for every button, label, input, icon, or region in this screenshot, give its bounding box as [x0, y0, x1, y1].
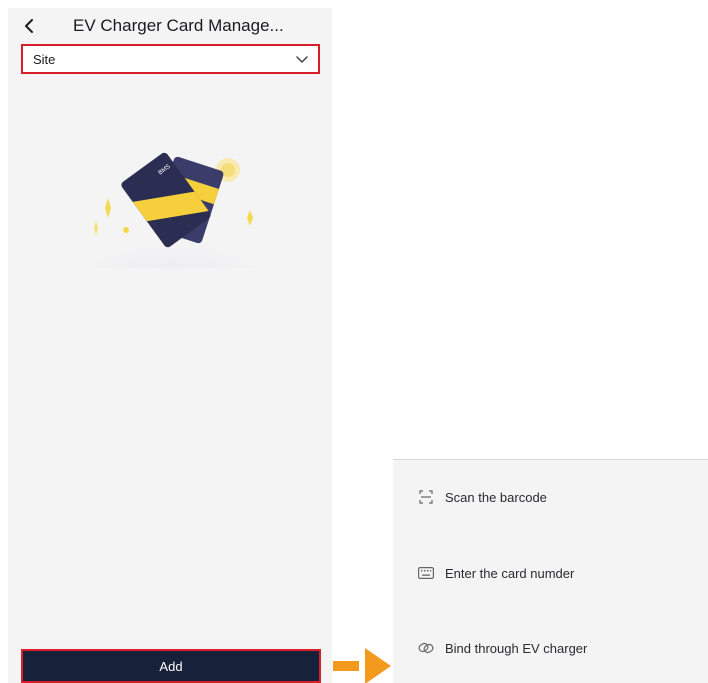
- chevron-down-icon: [296, 56, 308, 63]
- enter-card-number-label: Enter the card numder: [445, 565, 575, 581]
- scan-barcode-label: Scan the barcode: [445, 489, 547, 505]
- back-button[interactable]: [20, 15, 38, 37]
- site-dropdown-value: Site: [33, 52, 56, 67]
- add-button[interactable]: Add: [21, 649, 321, 683]
- site-dropdown[interactable]: Site: [21, 44, 320, 74]
- phone-screen: EV Charger Card Manage... Site BMS Add: [8, 8, 332, 683]
- keyboard-icon: [418, 565, 434, 581]
- scan-icon: [418, 489, 434, 505]
- arrow-right-icon: [333, 648, 391, 683]
- action-sheet: Scan the barcode Enter the card numder B…: [393, 459, 708, 683]
- bind-ev-charger-option[interactable]: Bind through EV charger: [393, 628, 708, 668]
- screenshot-canvas: EV Charger Card Manage... Site BMS Add S…: [0, 0, 708, 683]
- enter-card-number-option[interactable]: Enter the card numder: [393, 553, 708, 593]
- card-illustration: BMS: [73, 152, 273, 268]
- scan-barcode-option[interactable]: Scan the barcode: [393, 477, 708, 517]
- link-icon: [418, 640, 434, 656]
- page-title: EV Charger Card Manage...: [73, 16, 284, 35]
- header: EV Charger Card Manage...: [8, 8, 332, 44]
- bind-ev-charger-label: Bind through EV charger: [445, 640, 588, 656]
- chevron-left-icon: [25, 19, 33, 33]
